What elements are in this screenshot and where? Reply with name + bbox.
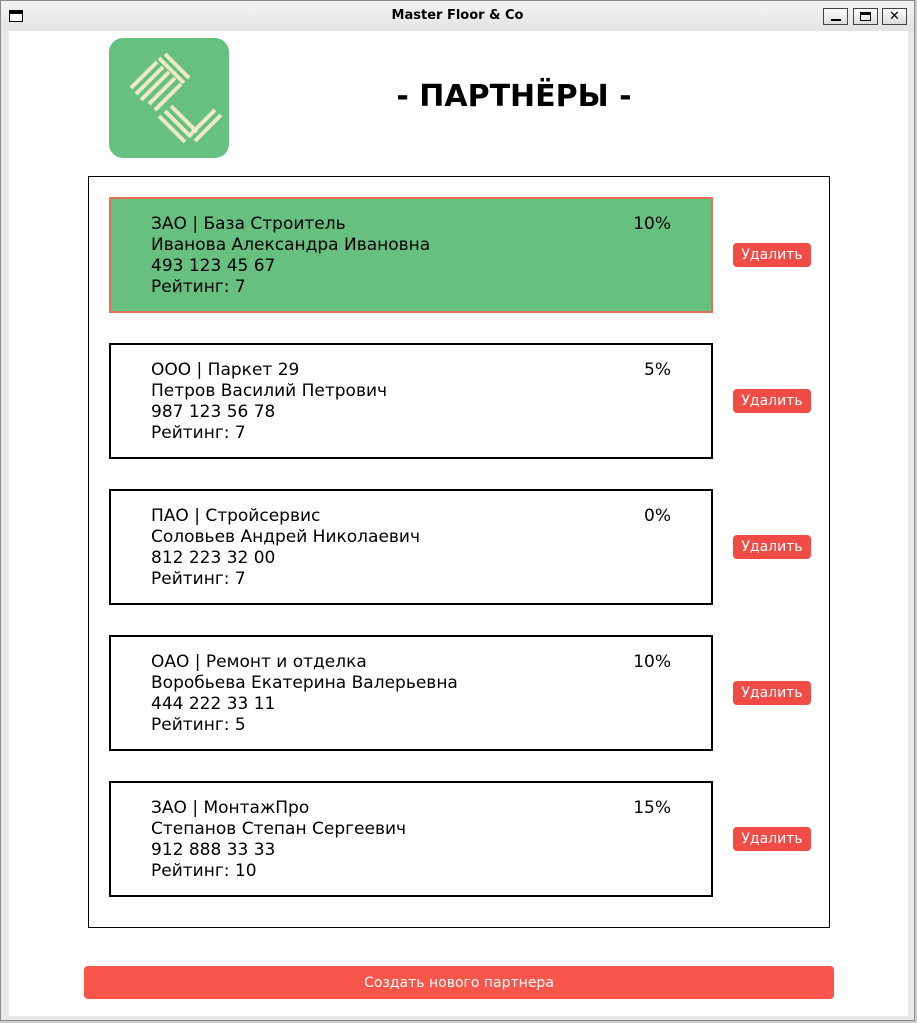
window-title: Master Floor & Co [391,8,524,23]
partners-list[interactable]: ЗАО | База Строитель Иванова Александра И… [88,176,830,928]
partner-phone: 912 888 33 33 [151,840,276,860]
partner-phone: 812 223 32 00 [151,548,276,568]
partner-type-name: ЗАО | МонтажПро [151,798,310,818]
partner-director: Петров Василий Петрович [151,381,388,401]
logo-graphic [129,52,223,144]
partner-type-name: ОАО | Ремонт и отделка [151,652,367,672]
maximize-icon [860,12,871,21]
partner-phone: 987 123 56 78 [151,402,276,422]
partner-rating: Рейтинг: 7 [151,569,246,589]
minimize-icon [830,19,841,21]
partner-discount: 5% [644,360,671,380]
page-title: - ПАРТНЁРЫ - [396,79,632,114]
partner-director: Иванова Александра Ивановна [151,235,431,255]
minimize-button[interactable] [823,8,848,25]
create-partner-button[interactable]: Создать нового партнера [84,966,834,999]
delete-partner-button[interactable]: Удалить [733,389,811,413]
parquet-logo-icon [109,38,229,158]
close-button[interactable]: ✕ [882,8,907,25]
title-bar[interactable]: Master Floor & Co ✕ [1,1,914,31]
partner-card[interactable]: ЗАО | МонтажПро Степанов Степан Сергеевич… [109,781,713,897]
partner-type-name: ЗАО | База Строитель [151,214,346,234]
partner-discount: 0% [644,506,671,526]
partner-card[interactable]: ООО | Паркет 29 Петров Василий Петрович 98… [109,343,713,459]
partner-type-name: ООО | Паркет 29 [151,360,300,380]
maximize-button[interactable] [853,8,878,25]
partner-discount: 15% [633,798,671,818]
partner-card[interactable]: ОАО | Ремонт и отделка Воробьева Екатерин… [109,635,713,751]
delete-partner-button[interactable]: Удалить [733,243,811,267]
partner-card[interactable]: ПАО | Стройсервис Соловьев Андрей Николае… [109,489,713,605]
partner-discount: 10% [633,652,671,672]
delete-partner-button[interactable]: Удалить [733,535,811,559]
app-window: Master Floor & Co ✕ - ПАРТНЁРЫ - ЗАО | Б… [0,0,915,1021]
delete-partner-button[interactable]: Удалить [733,681,811,705]
partner-rating: Рейтинг: 5 [151,715,246,735]
partner-card[interactable]: ЗАО | База Строитель Иванова Александра И… [109,197,713,313]
partner-phone: 493 123 45 67 [151,256,276,276]
partner-director: Степанов Степан Сергеевич [151,819,407,839]
delete-partner-button[interactable]: Удалить [733,827,811,851]
partner-discount: 10% [633,214,671,234]
partner-director: Воробьева Екатерина Валерьевна [151,673,458,693]
partner-rating: Рейтинг: 7 [151,423,246,443]
main-content: - ПАРТНЁРЫ - ЗАО | База Строитель Иванова… [9,31,908,1016]
partner-phone: 444 222 33 11 [151,694,276,714]
partner-rating: Рейтинг: 7 [151,277,246,297]
partner-rating: Рейтинг: 10 [151,861,257,881]
close-icon: ✕ [889,9,900,24]
partner-director: Соловьев Андрей Николаевич [151,527,421,547]
partner-type-name: ПАО | Стройсервис [151,506,321,526]
